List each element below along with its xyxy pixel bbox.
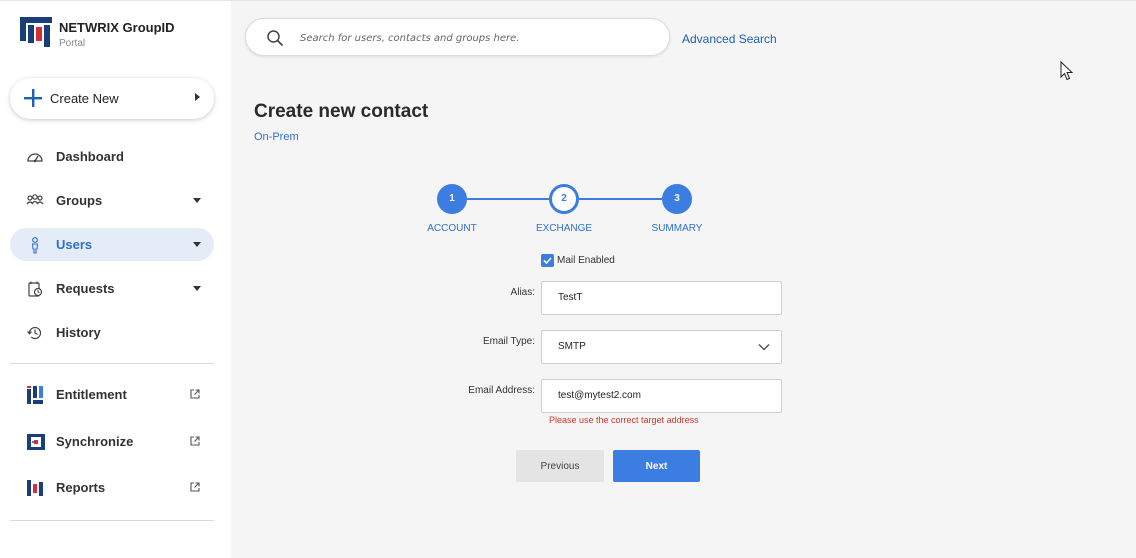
sidebar-item-label: Groups	[56, 193, 103, 208]
email-type-value: SMTP	[558, 341, 586, 352]
groups-icon	[26, 194, 44, 205]
external-link-icon[interactable]	[190, 482, 200, 492]
create-new-button[interactable]: Create New	[10, 78, 214, 119]
sidebar-item-label: Synchronize	[56, 434, 134, 449]
step-3-label: SUMMARY	[651, 223, 703, 234]
external-link-icon[interactable]	[190, 389, 200, 399]
brand-title: NETWRIX GroupID	[59, 20, 175, 35]
chevron-down-icon	[193, 198, 201, 203]
chevron-right-icon	[195, 93, 200, 101]
reports-icon	[27, 480, 43, 496]
search-icon[interactable]	[266, 29, 284, 47]
dashboard-icon	[27, 153, 43, 163]
sidebar-divider	[10, 520, 214, 521]
page-subtitle: On-Prem	[254, 131, 299, 143]
sidebar-item-label: Users	[56, 237, 93, 252]
sidebar: NETWRIX GroupID Portal Create New Dashbo…	[0, 0, 231, 558]
sidebar-app-reports[interactable]: Reports	[10, 471, 214, 504]
create-new-label: Create New	[50, 91, 119, 106]
email-type-label: Email Type:	[482, 336, 535, 347]
netwrix-logo-icon	[20, 17, 52, 47]
brand[interactable]: NETWRIX GroupID Portal	[20, 17, 175, 51]
sidebar-item-requests[interactable]: Requests	[10, 272, 214, 305]
brand-subtitle: Portal	[59, 38, 86, 49]
main-content: Advanced Search Create new contact On-Pr…	[231, 0, 1136, 558]
history-icon	[27, 326, 42, 340]
sidebar-item-users[interactable]: Users	[10, 228, 214, 261]
alias-label: Alias:	[510, 287, 535, 298]
advanced-search-link[interactable]: Advanced Search	[682, 32, 777, 46]
chevron-down-icon	[193, 242, 201, 247]
step-2-circle[interactable]: 2	[549, 184, 579, 214]
sidebar-app-synchronize[interactable]: Synchronize	[10, 425, 214, 458]
mail-enabled-label: Mail Enabled	[557, 255, 615, 266]
chevron-down-icon	[758, 344, 770, 351]
email-type-select[interactable]: SMTP	[541, 330, 782, 364]
next-button[interactable]: Next	[613, 450, 700, 482]
requests-icon	[28, 281, 43, 297]
step-3-circle[interactable]: 3	[662, 184, 692, 214]
page-title: Create new contact	[254, 101, 429, 122]
sidebar-divider	[10, 363, 214, 364]
step-2-label: EXCHANGE	[535, 223, 593, 234]
sidebar-item-label: Entitlement	[56, 387, 127, 402]
step-1-label: ACCOUNT	[427, 223, 477, 234]
synchronize-icon	[27, 434, 45, 450]
entitlement-icon	[27, 386, 43, 404]
email-address-error: Please use the correct target address	[549, 415, 699, 425]
mail-enabled-checkbox[interactable]	[541, 254, 554, 267]
external-link-icon[interactable]	[190, 436, 200, 446]
step-1-circle[interactable]: 1	[437, 184, 467, 214]
mouse-cursor-icon	[1060, 61, 1074, 81]
user-icon	[31, 237, 39, 254]
checkmark-icon	[543, 257, 552, 265]
alias-field[interactable]: TestT	[541, 281, 782, 315]
sidebar-item-label: History	[56, 325, 101, 340]
previous-button[interactable]: Previous	[516, 450, 604, 482]
sidebar-app-entitlement[interactable]: Entitlement	[10, 378, 214, 411]
sidebar-item-history[interactable]: History	[10, 316, 214, 349]
sidebar-item-label: Requests	[56, 281, 115, 296]
sidebar-item-groups[interactable]: Groups	[10, 184, 214, 217]
email-address-field[interactable]: test@mytest2.com	[541, 379, 782, 413]
sidebar-item-label: Dashboard	[56, 149, 124, 164]
plus-icon	[24, 89, 42, 107]
chevron-down-icon	[193, 286, 201, 291]
search-input[interactable]	[300, 28, 650, 48]
search-bar[interactable]	[245, 18, 670, 56]
email-address-label: Email Address:	[468, 385, 535, 396]
sidebar-item-label: Reports	[56, 480, 106, 495]
sidebar-item-dashboard[interactable]: Dashboard	[10, 140, 214, 173]
